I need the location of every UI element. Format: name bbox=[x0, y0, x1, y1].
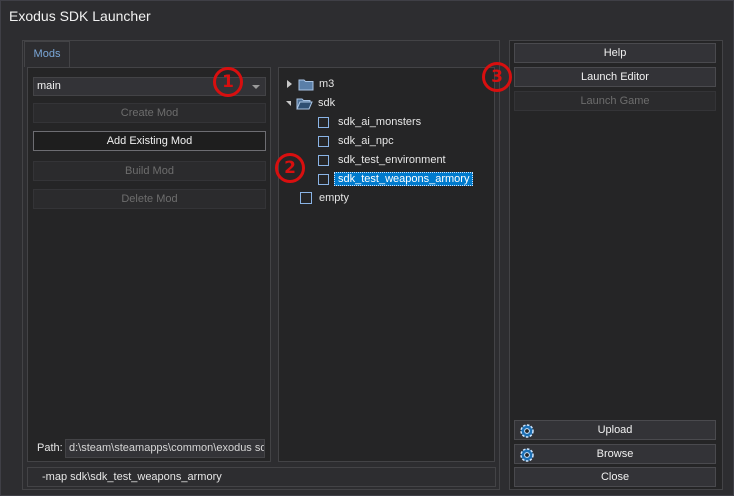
tree-node-label: sdk bbox=[318, 97, 336, 109]
tree-node-sdk-test-environment[interactable]: sdk_test_environment bbox=[318, 151, 446, 169]
launch-editor-button[interactable]: Launch Editor bbox=[514, 67, 716, 87]
tree-node-label: sdk_test_environment bbox=[338, 154, 446, 166]
checkbox[interactable] bbox=[318, 116, 329, 128]
mods-panel bbox=[27, 67, 271, 462]
tree-node-label: sdk_ai_npc bbox=[338, 135, 394, 147]
collapse-arrow-icon[interactable] bbox=[286, 100, 291, 106]
checkbox[interactable] bbox=[318, 154, 329, 166]
title-bar[interactable]: Exodus SDK Launcher bbox=[1, 1, 733, 31]
path-field[interactable]: d:\steam\steamapps\common\exodus sdk bbox=[65, 439, 265, 458]
tree-node-label-selected: sdk_test_weapons_armory bbox=[334, 172, 474, 186]
checkbox[interactable] bbox=[318, 173, 329, 185]
tree-node-empty[interactable]: empty bbox=[300, 189, 349, 207]
tree-node-label: empty bbox=[319, 192, 349, 204]
chevron-down-icon bbox=[252, 85, 260, 89]
gear-icon bbox=[520, 448, 534, 462]
window-title: Exodus SDK Launcher bbox=[9, 8, 151, 24]
tree-node-label: m3 bbox=[319, 78, 335, 90]
close-button[interactable]: Close bbox=[514, 467, 716, 487]
gear-icon bbox=[520, 424, 534, 438]
upload-button[interactable]: Upload bbox=[514, 420, 716, 440]
launch-game-button[interactable]: Launch Game bbox=[514, 91, 716, 111]
checkbox[interactable] bbox=[300, 192, 312, 204]
add-existing-mod-button[interactable]: Add Existing Mod bbox=[33, 131, 266, 151]
tree-node-sdk-ai-npc[interactable]: sdk_ai_npc bbox=[318, 132, 394, 150]
tree-node-label: sdk_ai_monsters bbox=[338, 116, 422, 128]
callout-3: 3 bbox=[482, 62, 512, 92]
tree-node-sdk-ai-monsters[interactable]: sdk_ai_monsters bbox=[318, 113, 421, 131]
checkbox[interactable] bbox=[318, 135, 329, 147]
upload-label: Upload bbox=[597, 424, 633, 436]
callout-2: 2 bbox=[275, 153, 305, 183]
tree-node-m3[interactable]: m3 bbox=[287, 75, 334, 93]
browse-button[interactable]: Browse bbox=[514, 444, 716, 464]
tree-node-sdk-test-weapons-armory[interactable]: sdk_test_weapons_armory bbox=[318, 170, 474, 188]
create-mod-button[interactable]: Create Mod bbox=[33, 103, 266, 123]
delete-mod-button[interactable]: Delete Mod bbox=[33, 189, 266, 209]
expand-arrow-icon[interactable] bbox=[287, 80, 292, 88]
tree-node-sdk[interactable]: sdk bbox=[286, 94, 335, 112]
build-mod-button[interactable]: Build Mod bbox=[33, 161, 266, 181]
callout-1: 1 bbox=[213, 67, 243, 97]
help-button[interactable]: Help bbox=[514, 43, 716, 63]
browse-label: Browse bbox=[596, 448, 634, 460]
folder-open-icon bbox=[296, 98, 313, 110]
folder-icon bbox=[298, 79, 314, 91]
mod-select-value: main bbox=[37, 80, 61, 92]
path-label: Path: bbox=[37, 442, 63, 454]
tab-mods[interactable]: Mods bbox=[24, 41, 70, 67]
command-line-field[interactable]: -map sdk\sdk_test_weapons_armory bbox=[27, 467, 496, 487]
